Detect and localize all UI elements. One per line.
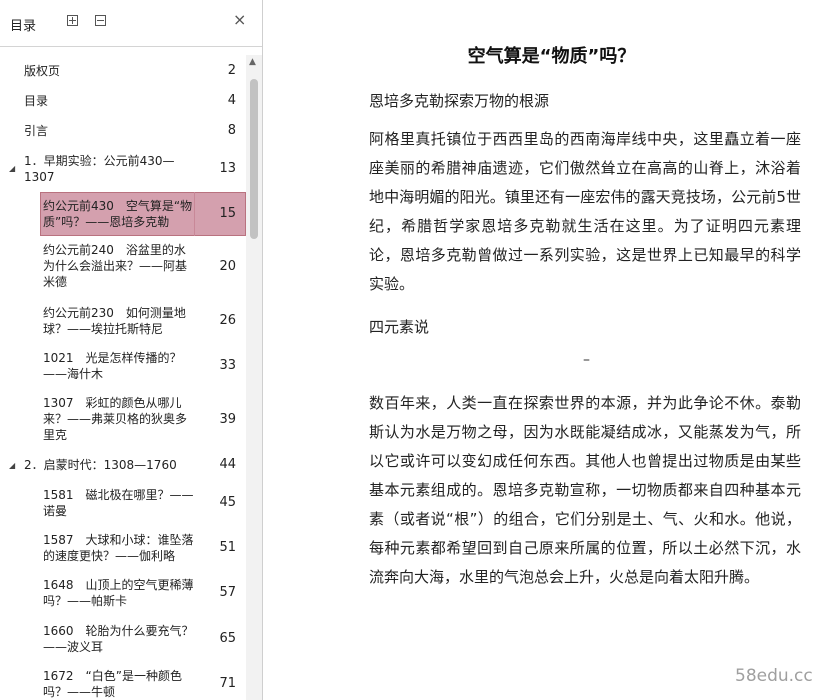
scroll-up-arrow-icon[interactable]: ▲: [249, 57, 256, 67]
section-heading: 四元素说: [369, 318, 430, 336]
toc-item-label: 约公元前240 浴盆里的水为什么会溢出来？——阿基米德: [43, 243, 188, 289]
toc-item[interactable]: 1581 磁北极在哪里？——诺曼 45: [0, 487, 246, 521]
toc-item-label: 1587 大球和小球：谁坠落的速度更快？——伽利略: [43, 533, 194, 563]
toc-item-page: 51: [219, 540, 236, 555]
toc-item-label: 1660 轮胎为什么要充气？——波义耳: [43, 624, 194, 654]
toc-item-page: 4: [227, 93, 236, 108]
collapse-caret-icon[interactable]: ◢: [9, 161, 15, 177]
toc-item-label: 1648 山顶上的空气更稀薄吗？——帕斯卡: [43, 578, 194, 608]
toc-item-label: 目录: [24, 94, 49, 108]
page-title: 空气算是“物质”吗？: [467, 46, 636, 67]
toc-item-page: 2: [227, 63, 236, 78]
section-heading: 恩培多克勒探索万物的根源: [369, 92, 550, 110]
collapse-all-icon[interactable]: [95, 15, 106, 26]
toc-item-page: 44: [219, 457, 236, 472]
toc-item-chapter-1[interactable]: ◢ 1．早期实验：公元前430—1307 13: [0, 153, 246, 187]
toc-item[interactable]: 1021 光是怎样传播的？——海什木 33: [0, 350, 246, 384]
toc-item-page: 45: [219, 495, 236, 510]
toc-item-label: 1581 磁北极在哪里？——诺曼: [43, 488, 194, 518]
toc-item-copyright[interactable]: 版权页 2: [0, 63, 246, 79]
sidebar-header: 目录 ×: [0, 0, 262, 47]
toc-item-contents[interactable]: 目录 4: [0, 93, 246, 109]
paragraph: 阿格里真托镇位于西西里岛的西南海岸线中央，这里矗立着一座座美丽的希腊神庙遗迹，它…: [369, 130, 801, 293]
toc-sidebar: 目录 × 版权页 2 目录 4 引言 8 ◢ 1．早期实验：公元前430—130…: [0, 0, 263, 700]
toc-item[interactable]: 1672 “白色”是一种颜色吗？——牛顿 71: [0, 668, 246, 700]
toc-item-page: 26: [219, 313, 236, 328]
toc-item[interactable]: 约公元前240 浴盆里的水为什么会溢出来？——阿基米德 20: [0, 242, 246, 292]
toc-item-page: 33: [219, 358, 236, 373]
toc-item-label: 引言: [24, 124, 49, 138]
toc-item-label: 1672 “白色”是一种颜色吗？——牛顿: [43, 669, 182, 699]
expand-all-icon[interactable]: [67, 15, 78, 26]
toc-item-page: 57: [219, 585, 236, 600]
toc-item-page: 20: [219, 259, 236, 274]
toc-item[interactable]: 1660 轮胎为什么要充气？——波义耳 65: [0, 623, 246, 657]
toc-list: 版权页 2 目录 4 引言 8 ◢ 1．早期实验：公元前430—1307 13 …: [0, 55, 246, 700]
toc-scrollbar[interactable]: ▲: [246, 55, 262, 700]
toc-item-label: 1307 彩虹的颜色从哪儿来？——弗莱贝格的狄奥多里克: [43, 396, 188, 442]
toc-item[interactable]: 1307 彩虹的颜色从哪儿来？——弗莱贝格的狄奥多里克 39: [0, 395, 246, 445]
toc-item-page: 13: [219, 161, 236, 176]
toc-item-selected[interactable]: 约公元前430 空气算是“物质”吗？——恩培多克勒 15: [0, 198, 246, 232]
toc-item-chapter-2[interactable]: ◢ 2．启蒙时代：1308—1760 44: [0, 457, 246, 473]
paragraph: 数百年来，人类一直在探索世界的本源，并为此争论不休。泰勒斯认为水是万物之母，因为…: [369, 394, 801, 586]
toc-item-label: 约公元前430 空气算是“物质”吗？——恩培多克勒: [43, 199, 193, 229]
close-sidebar-button[interactable]: ×: [233, 12, 246, 28]
divider-mark: –: [583, 352, 590, 368]
toc-item-page: 65: [219, 631, 236, 646]
toc-item-label: 1021 光是怎样传播的？——海什木: [43, 351, 182, 381]
toc-item-label: 版权页: [24, 64, 61, 78]
toc-item-label: 1．早期实验：公元前430—1307: [24, 154, 175, 184]
scrollbar-thumb[interactable]: [250, 79, 258, 239]
toc-item-label: 约公元前230 如何测量地球？——埃拉托斯特尼: [43, 306, 186, 336]
toc-item[interactable]: 1587 大球和小球：谁坠落的速度更快？——伽利略 51: [0, 532, 246, 566]
toc-item-intro[interactable]: 引言 8: [0, 123, 246, 139]
collapse-caret-icon[interactable]: ◢: [9, 458, 15, 474]
toc-item-page: 71: [219, 676, 236, 691]
sidebar-title: 目录: [10, 19, 37, 34]
toc-item[interactable]: 约公元前230 如何测量地球？——埃拉托斯特尼 26: [0, 305, 246, 339]
toc-item-page: 39: [219, 412, 236, 427]
toc-item-label: 2．启蒙时代：1308—1760: [24, 458, 177, 472]
toc-item[interactable]: 1648 山顶上的空气更稀薄吗？——帕斯卡 57: [0, 577, 246, 611]
toc-item-page: 15: [219, 206, 236, 221]
document-page: 空气算是“物质”吗？ 恩培多克勒探索万物的根源 阿格里真托镇位于西西里岛的西南海…: [273, 0, 830, 700]
watermark: 58edu.cc: [735, 666, 813, 686]
toc-item-page: 8: [227, 123, 236, 138]
